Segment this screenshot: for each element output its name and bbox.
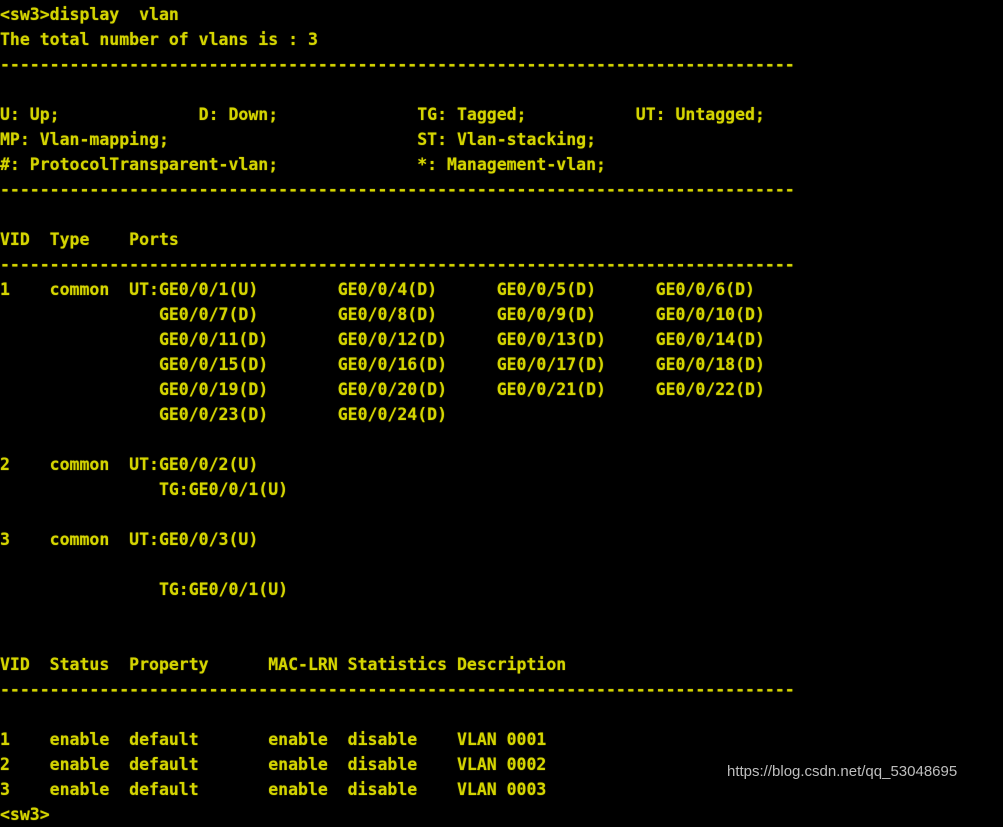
ports-row: GE0/0/19(D) GE0/0/20(D) GE0/0/21(D) GE0/… xyxy=(0,380,765,399)
legend-line-1: U: Up; D: Down; TG: Tagged; UT: Untagged… xyxy=(0,105,765,124)
ports-row: GE0/0/15(D) GE0/0/16(D) GE0/0/17(D) GE0/… xyxy=(0,355,765,374)
ports-row: 3 common UT:GE0/0/3(U) xyxy=(0,530,259,549)
terminal-screen[interactable]: <sw3>display vlan The total number of vl… xyxy=(0,0,1003,824)
ports-row: TG:GE0/0/1(U) xyxy=(0,480,289,499)
ports-row: GE0/0/23(D) GE0/0/24(D) xyxy=(0,405,448,424)
status-table-separator: ----------------------------------------… xyxy=(0,680,795,699)
ports-table-separator: ----------------------------------------… xyxy=(0,255,795,274)
ports-row: GE0/0/11(D) GE0/0/12(D) GE0/0/13(D) GE0/… xyxy=(0,330,765,349)
watermark-url: https://blog.csdn.net/qq_53048695 xyxy=(727,763,958,780)
final-prompt[interactable]: <sw3> xyxy=(0,802,1003,827)
command-line: <sw3>display vlan xyxy=(0,5,179,24)
ports-row: 2 common UT:GE0/0/2(U) xyxy=(0,455,259,474)
legend-line-2: MP: Vlan-mapping; ST: Vlan-stacking; xyxy=(0,130,597,149)
vlan-count-line: The total number of vlans is : 3 xyxy=(0,30,318,49)
separator-top: ----------------------------------------… xyxy=(0,55,795,74)
ports-table-header: VID Type Ports xyxy=(0,230,179,249)
ports-row: GE0/0/7(D) GE0/0/8(D) GE0/0/9(D) GE0/0/1… xyxy=(0,305,765,324)
status-table-header: VID Status Property MAC-LRN Statistics D… xyxy=(0,655,567,674)
ports-row: TG:GE0/0/1(U) xyxy=(0,580,289,599)
ports-row: 1 common UT:GE0/0/1(U) GE0/0/4(D) GE0/0/… xyxy=(0,280,755,299)
legend-line-3: #: ProtocolTransparent-vlan; *: Manageme… xyxy=(0,155,606,174)
status-row: 1 enable default enable disable VLAN 000… xyxy=(0,730,547,749)
separator-legend: ----------------------------------------… xyxy=(0,180,795,199)
status-row: 3 enable default enable disable VLAN 000… xyxy=(0,780,547,799)
